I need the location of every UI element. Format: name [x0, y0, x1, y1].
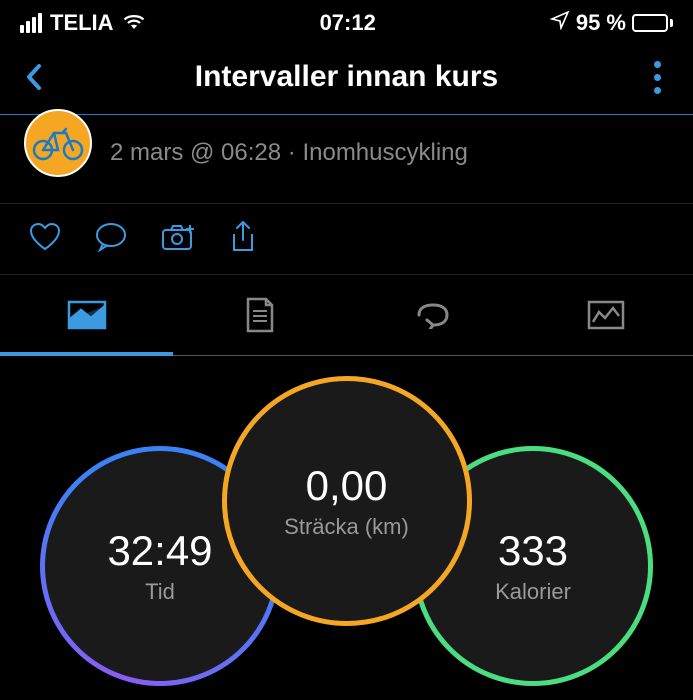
wifi-icon: [122, 14, 146, 32]
like-button[interactable]: [28, 220, 62, 254]
activity-type-icon[interactable]: [24, 109, 92, 177]
photo-button[interactable]: [160, 220, 196, 254]
activity-row: 2 mars @ 06:28 · Inomhuscykling: [0, 115, 693, 203]
calories-label: Kalorier: [495, 579, 571, 605]
battery-icon: [632, 14, 673, 32]
status-left: TELIA: [20, 10, 146, 36]
time-label: Tid: [145, 579, 175, 605]
laps-icon: [413, 301, 453, 329]
tab-charts[interactable]: [520, 275, 693, 355]
time-value: 32:49: [107, 527, 212, 575]
location-icon: [550, 10, 570, 36]
action-bar: [0, 203, 693, 275]
status-bar: TELIA 07:12 95 %: [0, 0, 693, 42]
metrics-area: 32:49 Tid 333 Kalorier 0,00 Sträcka (km): [0, 366, 693, 686]
status-time: 07:12: [320, 10, 376, 36]
metric-distance[interactable]: 0,00 Sträcka (km): [222, 376, 472, 626]
tab-map[interactable]: [0, 275, 173, 355]
page-title: Intervaller innan kurs: [48, 60, 645, 94]
nav-header: Intervaller innan kurs: [0, 42, 693, 115]
tab-bar: [0, 275, 693, 356]
tab-stats[interactable]: [173, 275, 346, 355]
map-icon: [67, 300, 107, 330]
activity-type-label: Inomhuscykling: [302, 139, 467, 166]
activity-meta: 2 mars @ 06:28 · Inomhuscykling: [110, 139, 468, 167]
status-right: 95 %: [550, 10, 673, 36]
comment-button[interactable]: [94, 220, 128, 254]
back-button[interactable]: [24, 62, 48, 92]
signal-icon: [20, 13, 42, 33]
battery-pct: 95 %: [576, 10, 626, 36]
distance-label: Sträcka (km): [284, 514, 409, 540]
carrier-label: TELIA: [50, 10, 114, 36]
bike-icon: [32, 125, 84, 161]
share-button[interactable]: [228, 220, 258, 254]
tab-laps[interactable]: [347, 275, 520, 355]
document-icon: [244, 297, 276, 333]
chart-icon: [587, 300, 625, 330]
calories-value: 333: [498, 527, 568, 575]
distance-value: 0,00: [306, 462, 388, 510]
more-menu-button[interactable]: [645, 61, 669, 94]
activity-timestamp: 2 mars @ 06:28: [110, 139, 281, 166]
